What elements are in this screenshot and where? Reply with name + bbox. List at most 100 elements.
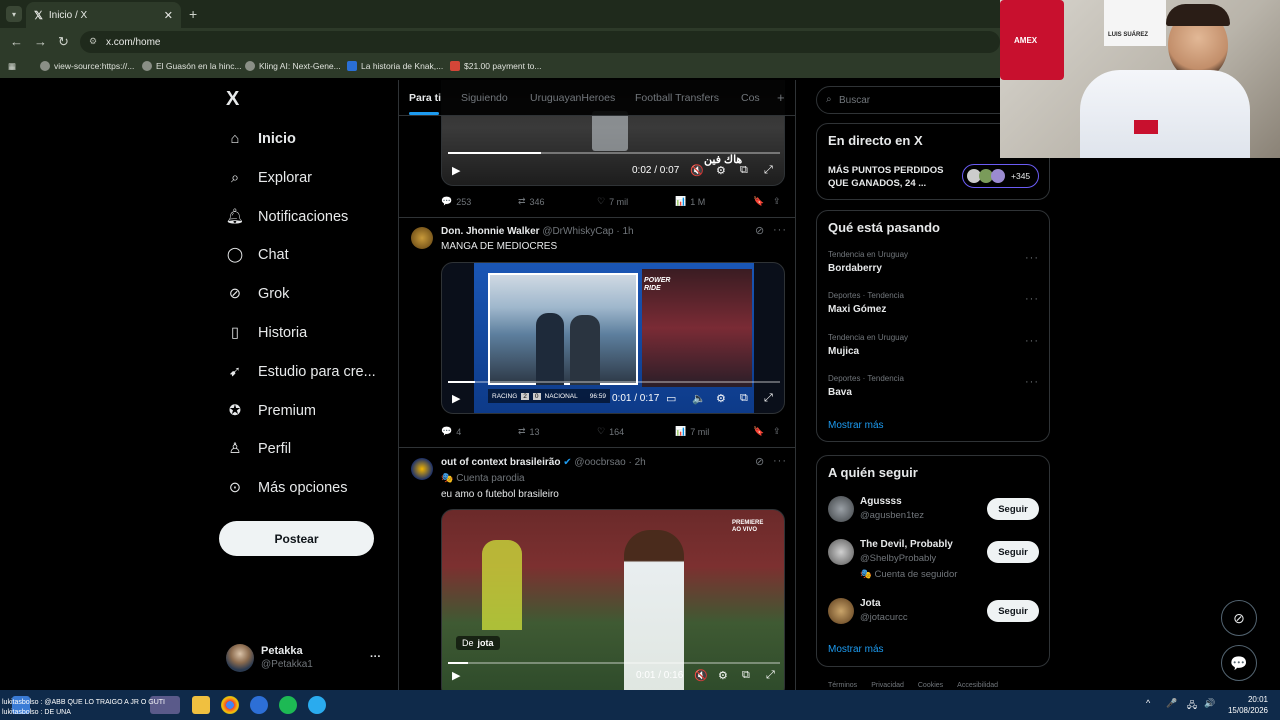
trend-more-icon[interactable]: ··· [1025, 335, 1039, 347]
trend-name[interactable]: Mujica [828, 346, 859, 357]
apps-icon[interactable]: ▦ [8, 61, 16, 72]
tweet-handle[interactable]: @oocbrsao · 2h [574, 457, 645, 468]
live-participants[interactable]: +345 [962, 164, 1039, 188]
reload-icon[interactable]: ↻ [58, 34, 69, 50]
sidebar-item-explorar[interactable]: ⌕ Explorar [226, 163, 312, 193]
video-progress[interactable] [448, 152, 780, 154]
views-button[interactable]: 📊 7 mil [675, 426, 709, 437]
tray-chevron-icon[interactable]: ^ [1146, 698, 1150, 708]
tweet-video[interactable]: POWER RIDE RACING 2 0 NACIONAL 96:59 ▶ 0… [441, 262, 785, 414]
share-icon[interactable]: ⇪ [773, 426, 781, 437]
settings-icon[interactable]: ⚙ [716, 392, 726, 405]
bookmark-item[interactable]: view-source:https://... [40, 61, 134, 71]
tweet-avatar[interactable] [411, 458, 433, 480]
follow-button[interactable]: Seguir [987, 541, 1039, 563]
trend-more-icon[interactable]: ··· [1025, 376, 1039, 388]
footer-link[interactable]: Accesibilidad [957, 682, 998, 689]
trend-more-icon[interactable]: ··· [1025, 252, 1039, 264]
fullscreen-icon[interactable]: ⤢ [766, 669, 775, 682]
bookmark-item[interactable]: Kling AI: Next-Gene... [245, 61, 341, 71]
sidebar-item-inicio[interactable]: ⌂ Inicio [226, 124, 296, 154]
reply-button[interactable]: 💬 4 [441, 426, 461, 437]
follow-avatar[interactable] [828, 496, 854, 522]
fullscreen-icon[interactable]: ⤢ [764, 164, 773, 177]
mute-icon[interactable]: 🔇 [690, 164, 704, 177]
pip-icon[interactable]: ⧉ [740, 164, 748, 177]
follow-handle[interactable]: @ShelbyProbably [860, 553, 936, 564]
mic-icon[interactable]: 🎤 [1166, 698, 1177, 709]
tweet-video[interactable]: PREMIERE AO VIVO De jota ▶ 0:01 / 0:16 🔇… [441, 509, 785, 690]
sidebar-item-más-opciones[interactable]: ⊙ Más opciones [226, 473, 348, 503]
follow-name[interactable]: Jota [860, 598, 881, 609]
account-more-icon[interactable]: ··· [370, 651, 381, 663]
grok-float-icon[interactable]: ⊘ [1221, 600, 1257, 636]
post-button[interactable]: Postear [219, 521, 374, 556]
back-icon[interactable]: ← [10, 34, 23, 49]
tab-siguiendo[interactable]: Siguiendo [461, 92, 508, 104]
x-logo-icon[interactable]: X [226, 88, 239, 111]
chrome-icon[interactable] [221, 696, 239, 714]
trend-name[interactable]: Maxi Gómez [828, 304, 886, 315]
trend-more-icon[interactable]: ··· [1025, 293, 1039, 305]
tweet-more-icon[interactable]: ··· [773, 224, 787, 236]
tweet-author[interactable]: out of context brasileirão [441, 457, 560, 468]
new-tab-button[interactable]: + [189, 6, 197, 22]
close-tab-icon[interactable]: ✕ [164, 9, 173, 22]
trend-name[interactable]: Bava [828, 387, 852, 398]
forward-icon[interactable]: → [34, 34, 47, 49]
address-bar[interactable]: ⚙ x.com/home [80, 31, 1000, 53]
sidebar-item-estudio-para-cre[interactable]: ➹ Estudio para cre... [226, 357, 376, 387]
add-tab-button[interactable]: + [777, 90, 785, 105]
sidebar-item-chat[interactable]: ◯ Chat [226, 240, 289, 270]
tweet-handle[interactable]: @DrWhiskyCap · 1h [542, 226, 633, 237]
live-headline[interactable]: MÁS PUNTOS PERDIDOS QUE GANADOS, 24 ... [828, 164, 948, 190]
tab-cos[interactable]: Cos [741, 92, 760, 104]
messages-float-icon[interactable]: 💬 [1221, 645, 1257, 681]
footer-link[interactable]: Privacidad [871, 682, 904, 689]
show-more-follow[interactable]: Mostrar más [828, 644, 884, 655]
from-user-tag[interactable]: De jota [456, 636, 500, 650]
like-button[interactable]: ♡ 164 [597, 426, 624, 437]
pip-icon[interactable]: ⧉ [740, 392, 748, 405]
settings-icon[interactable]: ⚙ [718, 669, 728, 682]
show-more-trends[interactable]: Mostrar más [828, 420, 884, 431]
play-icon[interactable]: ▶ [452, 164, 460, 177]
site-info-icon[interactable]: ⚙ [89, 36, 97, 47]
pip-icon[interactable]: ⧉ [742, 669, 750, 682]
bookmark-item[interactable]: La historia de Knak,... [347, 61, 443, 71]
telegram-icon[interactable] [308, 696, 326, 714]
trend-name[interactable]: Bordaberry [828, 263, 882, 274]
volume-icon[interactable]: 🔈 [692, 392, 706, 405]
clock[interactable]: 20:01 15/08/2026 [1222, 694, 1268, 716]
sidebar-item-premium[interactable]: ✪ Premium [226, 396, 316, 426]
sidebar-item-perfil[interactable]: ♙ Perfil [226, 434, 292, 464]
tab-football-transfers[interactable]: Football Transfers [635, 92, 719, 104]
footer-link[interactable]: Cookies [918, 682, 943, 689]
bookmark-tweet-icon[interactable]: 🔖 [753, 426, 764, 437]
sidebar-item-notificaciones[interactable]: 🔔︎ Notificaciones [226, 202, 348, 232]
tab-uruguayanheroes[interactable]: UruguayanHeroes [530, 92, 615, 104]
account-avatar[interactable] [226, 644, 254, 672]
play-icon[interactable]: ▶ [452, 392, 460, 405]
ea-icon[interactable] [250, 696, 268, 714]
like-button[interactable]: ♡ 7 mil [597, 196, 628, 207]
follow-handle[interactable]: @jotacurcc [860, 612, 908, 623]
follow-avatar[interactable] [828, 539, 854, 565]
views-button[interactable]: 📊 1 M [675, 196, 705, 207]
network-icon[interactable]: 🖧 [1187, 698, 1197, 714]
bookmark-tweet-icon[interactable]: 🔖 [753, 196, 764, 207]
follow-button[interactable]: Seguir [987, 600, 1039, 622]
follow-button[interactable]: Seguir [987, 498, 1039, 520]
grok-icon[interactable]: ⊘ [755, 455, 765, 468]
settings-icon[interactable]: ⚙ [716, 164, 726, 177]
follow-name[interactable]: The Devil, Probably [860, 539, 953, 550]
spotify-icon[interactable] [279, 696, 297, 714]
fullscreen-icon[interactable]: ⤢ [764, 392, 773, 405]
repost-button[interactable]: ⇄ 13 [518, 426, 540, 437]
sidebar-item-historia[interactable]: ▯ Historia [226, 318, 307, 348]
volume-tray-icon[interactable]: 🔊 [1204, 698, 1215, 709]
tweet-author[interactable]: Don. Jhonnie Walker [441, 226, 540, 237]
tweet-avatar[interactable] [411, 227, 433, 249]
repost-button[interactable]: ⇄ 346 [518, 196, 545, 207]
footer-link[interactable]: Términos [828, 682, 857, 689]
